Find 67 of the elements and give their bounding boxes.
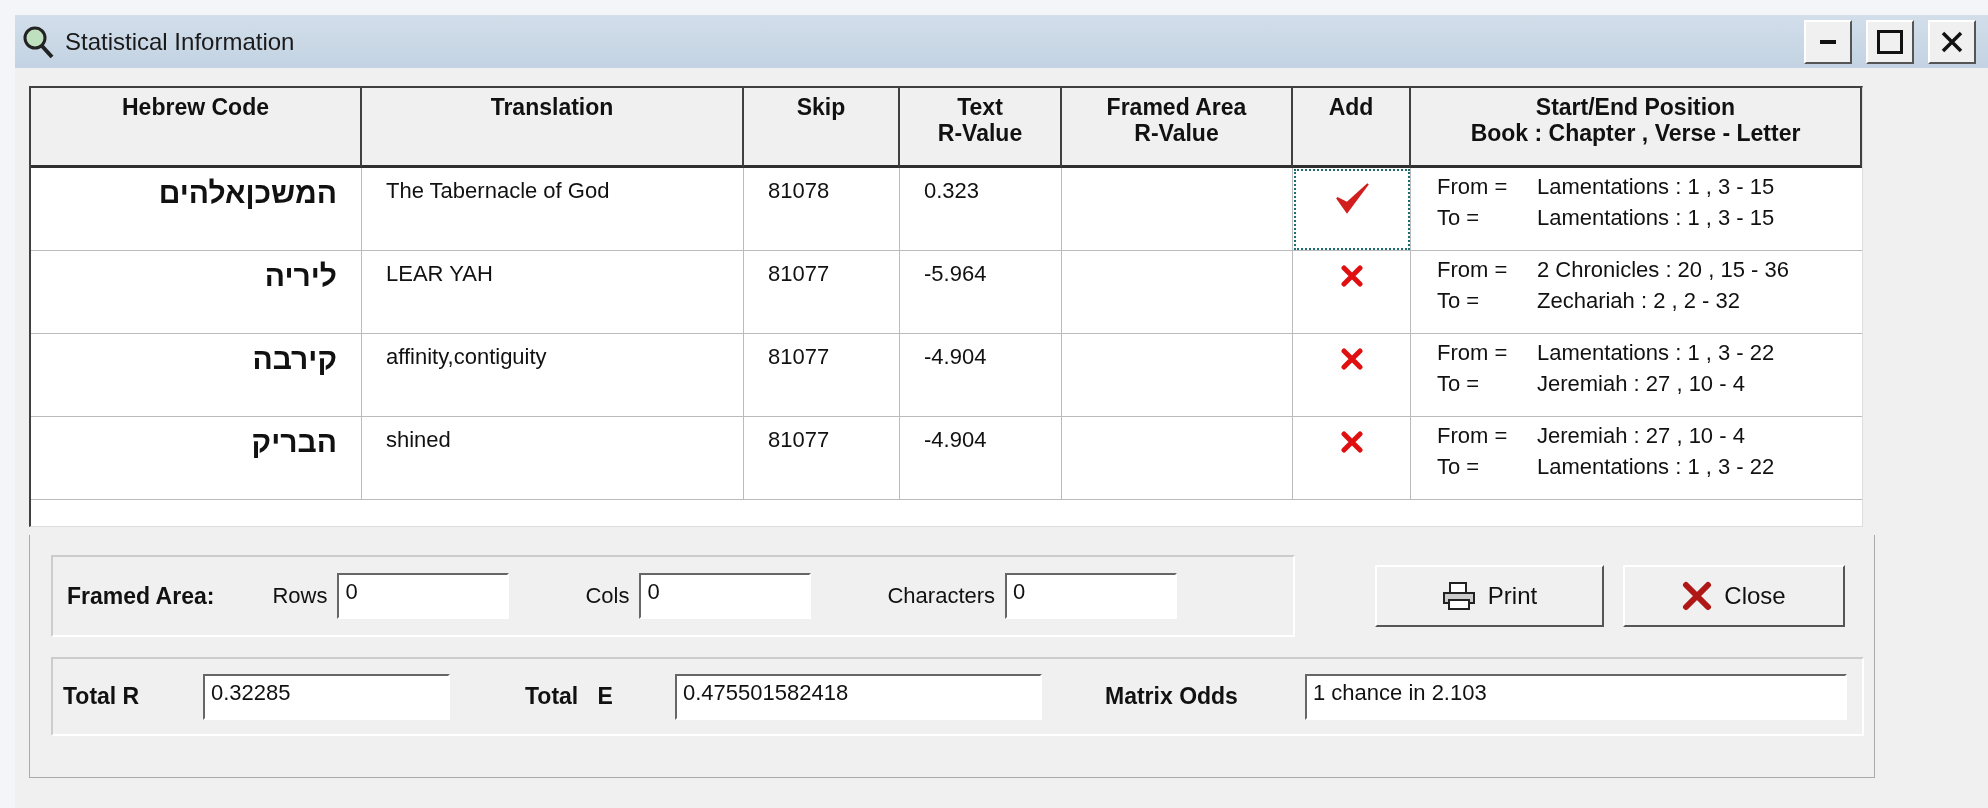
printer-icon — [1441, 581, 1476, 611]
table-cell-text: Jeremiah : 27 , 10 - 4 — [1537, 371, 1746, 398]
close-icon — [1941, 30, 1963, 53]
table-cell: -5.964 — [900, 251, 1062, 334]
table-cell-text: To = — [1437, 205, 1481, 232]
column-header[interactable]: Text R-Value — [900, 88, 1062, 168]
close-button[interactable] — [1928, 19, 1976, 64]
table-cell: 81077 — [744, 334, 900, 417]
field-label: Rows — [272, 583, 328, 609]
minimize-icon — [1820, 38, 1836, 45]
table-cell: -4.904 — [900, 334, 1062, 417]
column-header[interactable]: Framed Area R-Value — [1062, 88, 1293, 168]
table-cell-text: From = — [1437, 340, 1509, 367]
field-label: Matrix Odds — [1105, 683, 1239, 710]
column-header[interactable]: Start/End Position Book : Chapter , Verse - Letter — [1411, 88, 1862, 168]
column-header[interactable]: Skip — [744, 88, 900, 168]
table-cell: affinity,contiguity — [362, 334, 744, 417]
close-button[interactable]: Close — [1623, 565, 1845, 627]
table-cell: 81077 — [744, 251, 900, 334]
table-cell-text: From = — [1437, 423, 1509, 450]
table-cell: LEAR YAH — [362, 251, 744, 334]
print-button[interactable]: Print — [1375, 565, 1604, 627]
window-title: Statistical Information — [65, 27, 296, 56]
input-field[interactable]: 0.32285 — [203, 673, 450, 720]
table-cell: 81078 — [744, 168, 900, 251]
table-cell: shined — [362, 417, 744, 500]
table-cell-text: To = — [1437, 454, 1481, 481]
column-header[interactable]: Translation — [362, 88, 744, 168]
table-cell-text: From = — [1437, 174, 1509, 201]
field-label: Characters — [887, 583, 996, 609]
minimize-button[interactable] — [1804, 19, 1852, 64]
maximize-button[interactable] — [1866, 19, 1914, 64]
close-icon — [1682, 581, 1713, 611]
table-cell-text: Lamentations : 1 , 3 - 22 — [1537, 454, 1776, 481]
add-cell[interactable] — [1293, 417, 1411, 500]
table-cell-text: To = — [1437, 288, 1481, 315]
input-field[interactable]: 0 — [639, 573, 812, 619]
column-header[interactable]: Hebrew Code — [31, 88, 362, 168]
input-field[interactable]: 0 — [337, 573, 510, 619]
table-cell-text: Jeremiah : 27 , 10 - 4 — [1537, 423, 1746, 450]
table-cell: 0.323 — [900, 168, 1062, 251]
table-cell: המשכןאלהים — [158, 176, 337, 210]
maximize-icon — [1877, 29, 1903, 54]
field-label: Cols — [585, 583, 630, 609]
table-cell-text: Lamentations : 1 , 3 - 15 — [1537, 205, 1776, 232]
table-cell: -4.904 — [900, 417, 1062, 500]
table-cell-text: Lamentations : 1 , 3 - 22 — [1537, 340, 1776, 367]
table-cell: The Tabernacle of God — [362, 168, 744, 251]
column-header[interactable]: Add — [1293, 88, 1411, 168]
table-cell-text: To = — [1437, 371, 1481, 398]
table-cell: 81077 — [744, 417, 900, 500]
add-cell[interactable] — [1293, 334, 1411, 417]
field-label: Framed Area: — [67, 582, 215, 610]
table-cell: ליריה — [264, 259, 337, 293]
input-field[interactable]: 1 chance in 2.103 — [1305, 673, 1847, 720]
add-cell[interactable] — [1293, 251, 1411, 334]
table-cell: קירבה — [252, 342, 337, 376]
input-field[interactable]: 0 — [1005, 573, 1178, 619]
table-cell-text: From = — [1437, 257, 1509, 284]
table-cell: הבריק — [251, 425, 337, 459]
table-cell-text: Lamentations : 1 , 3 - 15 — [1537, 174, 1776, 201]
input-field[interactable]: 0.475501582418 — [675, 673, 1042, 720]
table-cell-text: 2 Chronicles : 20 , 15 - 36 — [1537, 257, 1790, 284]
field-label: Total E — [525, 683, 614, 710]
add-cell[interactable] — [1293, 168, 1411, 251]
table-cell-text: Zechariah : 2 , 2 - 32 — [1537, 288, 1741, 315]
field-label: Total R — [63, 683, 141, 710]
